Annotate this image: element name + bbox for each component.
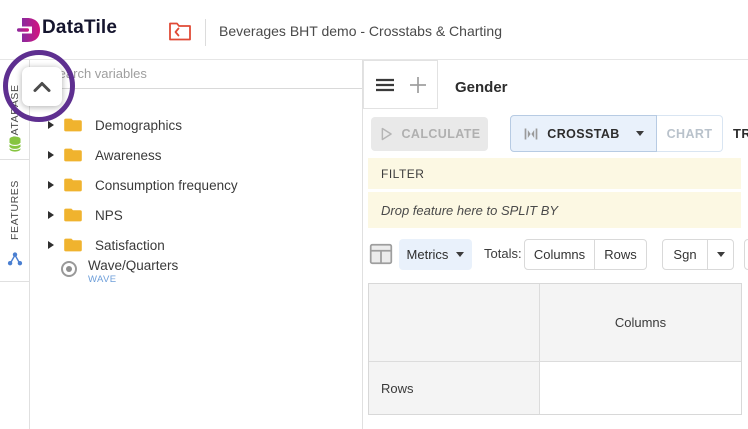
chart-label: CHART (667, 127, 713, 141)
crosstab-label: CROSSTAB (547, 127, 619, 141)
metrics-button[interactable]: Metrics (399, 239, 472, 270)
chart-button[interactable]: CHART (657, 115, 723, 152)
filter-label: FILTER (381, 167, 424, 181)
expand-arrow-icon[interactable] (48, 181, 54, 189)
table-rows-header[interactable]: Rows (369, 362, 540, 414)
tab-features-label: FEATURES (9, 180, 21, 240)
tab-strip (363, 60, 438, 109)
tree-item-label: Awareness (95, 148, 162, 163)
crosstab-table: Columns Rows (368, 283, 742, 415)
search-row (30, 60, 362, 89)
totals-rows-toggle[interactable]: Rows (594, 240, 646, 269)
split-by-hint: Drop feature here to SPLIT BY (381, 203, 558, 218)
view-mode-switcher: CROSSTAB CHART (510, 115, 723, 152)
metrics-label: Metrics (407, 247, 449, 262)
tree-item-label: Demographics (95, 118, 182, 133)
network-icon (7, 252, 22, 266)
brand-name: DataTile (42, 17, 117, 39)
side-tab-rail: DATABASE FEATURES (0, 60, 30, 429)
chevron-down-icon[interactable] (636, 131, 644, 136)
chevron-up-icon (31, 77, 53, 97)
search-input[interactable] (30, 60, 362, 87)
expand-arrow-icon[interactable] (48, 241, 54, 249)
table-layout-icon[interactable] (368, 241, 394, 267)
side-tab-rail-spacer (0, 282, 30, 429)
right-toolbar-partial-label[interactable]: TRI (733, 126, 748, 141)
clipped-right-button[interactable] (744, 239, 748, 270)
table-columns-header[interactable]: Columns (540, 284, 741, 362)
variable-label: Wave/Quarters (88, 258, 178, 273)
expand-arrow-icon[interactable] (48, 121, 54, 129)
app-header: DataTile Beverages BHT demo - Crosstabs … (0, 0, 748, 60)
totals-columns-label: Columns (534, 247, 585, 262)
columns-header-label: Columns (615, 315, 666, 330)
variable-type-tag: WAVE (88, 274, 117, 285)
rows-header-label: Rows (381, 381, 414, 396)
sgn-dropdown-button[interactable] (707, 240, 733, 269)
folder-icon (63, 117, 83, 133)
sgn-label: Sgn (673, 247, 696, 262)
filter-drop-zone[interactable]: FILTER (368, 158, 741, 189)
folder-icon (63, 147, 83, 163)
table-corner-cell (369, 284, 540, 362)
tree-item-nps[interactable]: NPS (30, 200, 362, 230)
sgn-button[interactable]: Sgn (663, 240, 707, 269)
play-icon (378, 126, 394, 142)
chevron-down-icon (717, 252, 725, 257)
active-tab-title[interactable]: Gender (455, 79, 508, 96)
tree-item-wave-quarters[interactable]: Wave/Quarters WAVE (30, 255, 362, 293)
tree-item-label: Satisfaction (95, 238, 165, 253)
variables-sidebar: Demographics Awareness Consumption frequ… (30, 60, 363, 429)
table-body-cell (540, 362, 741, 414)
expand-arrow-icon[interactable] (48, 151, 54, 159)
tree-item-label: Consumption frequency (95, 178, 238, 193)
back-to-projects-folder-icon[interactable] (168, 20, 192, 43)
app-window: DataTile Beverages BHT demo - Crosstabs … (0, 0, 748, 429)
totals-rows-label: Rows (604, 247, 637, 262)
collapse-sidebar-button[interactable] (22, 67, 62, 106)
radio-icon[interactable] (61, 261, 77, 277)
totals-toggle-group: Columns Rows (524, 239, 647, 270)
crosstab-button[interactable]: CROSSTAB (510, 115, 657, 152)
folder-icon (63, 237, 83, 253)
project-title: Beverages BHT demo - Crosstabs & Chartin… (219, 23, 502, 39)
tab-database-label: DATABASE (9, 84, 21, 143)
crosstab-icon (523, 126, 539, 142)
tree-item-label: NPS (95, 208, 123, 223)
tree-item-awareness[interactable]: Awareness (30, 140, 362, 170)
chevron-down-icon (456, 252, 464, 257)
folder-icon (63, 177, 83, 193)
database-icon (8, 136, 21, 152)
datatile-logo-icon (17, 16, 41, 44)
totals-columns-toggle[interactable]: Columns (525, 240, 594, 269)
tree-item-consumption-frequency[interactable]: Consumption frequency (30, 170, 362, 200)
hamburger-icon[interactable] (374, 74, 396, 96)
calculate-button[interactable]: CALCULATE (371, 117, 488, 151)
plus-icon[interactable] (408, 75, 428, 95)
tab-features[interactable]: FEATURES (0, 160, 30, 282)
split-by-drop-zone[interactable]: Drop feature here to SPLIT BY (368, 192, 741, 228)
tree-item-demographics[interactable]: Demographics (30, 110, 362, 140)
expand-arrow-icon[interactable] (48, 211, 54, 219)
calculate-label: CALCULATE (401, 127, 480, 141)
folder-icon (63, 207, 83, 223)
totals-label: Totals: (484, 246, 522, 261)
sgn-split-button: Sgn (662, 239, 734, 270)
header-divider (205, 19, 206, 46)
